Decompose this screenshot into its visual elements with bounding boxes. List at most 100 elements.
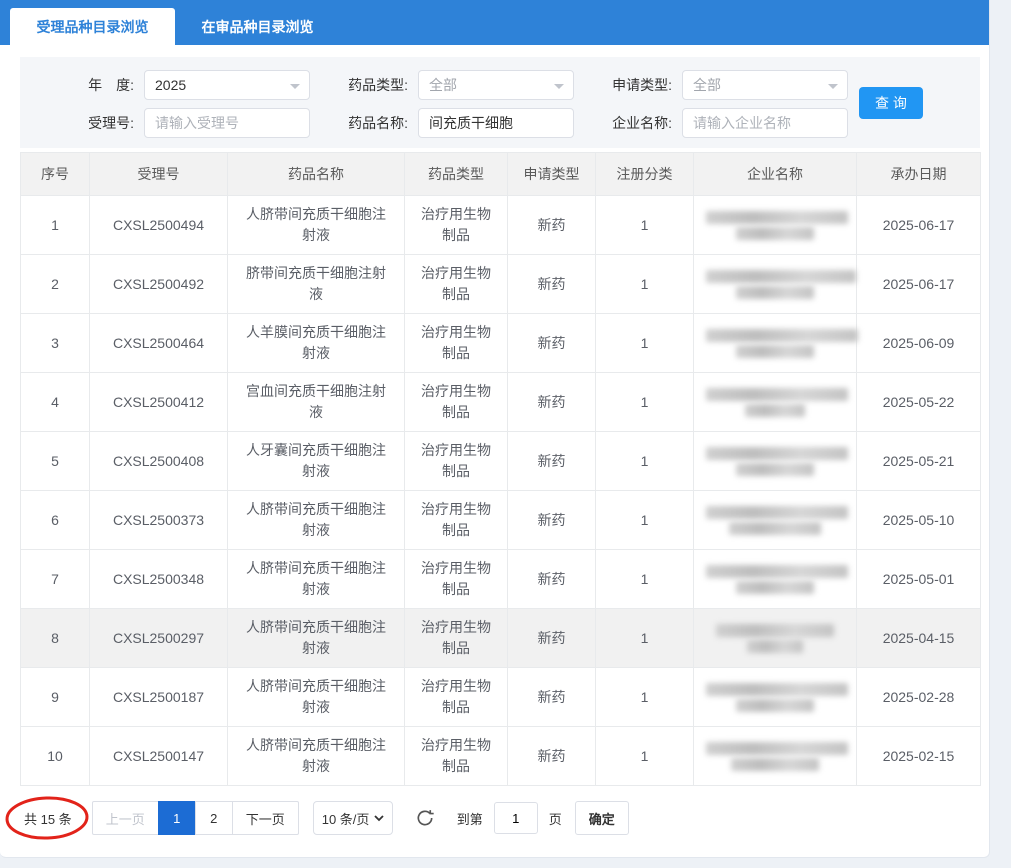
index-cell: 2 — [21, 255, 90, 314]
reg-class-cell: 1 — [596, 668, 694, 727]
column-header: 受理号 — [90, 153, 228, 196]
table-row[interactable]: 9CXSL2500187人脐带间充质干细胞注射液治疗用生物制品新药12025-0… — [21, 668, 981, 727]
drug-type-label: 药品类型: — [332, 75, 408, 95]
pagination-bar: 共 15 条 上一页 12 下一页 10 条/页 到第 页 确定 — [18, 801, 629, 835]
reg-class-cell: 1 — [596, 550, 694, 609]
next-page-button[interactable]: 下一页 — [232, 801, 299, 835]
column-header: 承办日期 — [857, 153, 981, 196]
chevron-down-icon — [374, 815, 384, 822]
date-cell: 2025-05-01 — [857, 550, 981, 609]
table-row[interactable]: 6CXSL2500373人脐带间充质干细胞注射液治疗用生物制品新药12025-0… — [21, 491, 981, 550]
date-cell: 2025-06-17 — [857, 196, 981, 255]
goto-page-input[interactable] — [494, 802, 538, 834]
table-row[interactable]: 10CXSL2500147人脐带间充质干细胞注射液治疗用生物制品新药12025-… — [21, 727, 981, 786]
reg-class-cell: 1 — [596, 255, 694, 314]
acceptance-no-cell: CXSL2500348 — [90, 550, 228, 609]
drug-type-cell: 治疗用生物制品 — [405, 196, 508, 255]
search-button[interactable]: 查 询 — [859, 87, 923, 119]
page-button-group: 上一页 12 下一页 — [92, 801, 299, 835]
apply-type-cell: 新药 — [508, 609, 596, 668]
index-cell: 1 — [21, 196, 90, 255]
date-cell: 2025-06-17 — [857, 255, 981, 314]
acceptance-no-label: 受理号: — [62, 113, 134, 133]
date-cell: 2025-02-28 — [857, 668, 981, 727]
acceptance-no-cell: CXSL2500494 — [90, 196, 228, 255]
confirm-button[interactable]: 确定 — [575, 801, 629, 835]
date-cell: 2025-05-21 — [857, 432, 981, 491]
date-cell: 2025-04-15 — [857, 609, 981, 668]
table-body: 1CXSL2500494人脐带间充质干细胞注射液治疗用生物制品新药12025-0… — [21, 196, 981, 786]
column-header: 药品类型 — [405, 153, 508, 196]
index-cell: 8 — [21, 609, 90, 668]
drug-name-label: 药品名称: — [332, 113, 408, 133]
date-cell: 2025-06-09 — [857, 314, 981, 373]
date-cell: 2025-05-10 — [857, 491, 981, 550]
company-cell-redacted — [694, 609, 857, 668]
drug-type-cell: 治疗用生物制品 — [405, 314, 508, 373]
company-cell-redacted — [694, 727, 857, 786]
drug-name-cell: 人牙囊间充质干细胞注射液 — [228, 432, 405, 491]
reg-class-cell: 1 — [596, 727, 694, 786]
table-row[interactable]: 8CXSL2500297人脐带间充质干细胞注射液治疗用生物制品新药12025-0… — [21, 609, 981, 668]
drug-type-cell: 治疗用生物制品 — [405, 255, 508, 314]
index-cell: 9 — [21, 668, 90, 727]
apply-type-select[interactable]: 全部 — [682, 70, 848, 100]
drug-type-cell: 治疗用生物制品 — [405, 609, 508, 668]
tab-accepted-catalog[interactable]: 受理品种目录浏览 — [10, 8, 175, 45]
index-cell: 10 — [21, 727, 90, 786]
goto-page-suffix: 页 — [549, 809, 562, 828]
page-size-select[interactable]: 10 条/页 — [313, 801, 393, 835]
acceptance-no-input[interactable] — [144, 108, 310, 138]
drug-type-cell: 治疗用生物制品 — [405, 491, 508, 550]
prev-page-button[interactable]: 上一页 — [92, 801, 159, 835]
acceptance-no-cell: CXSL2500492 — [90, 255, 228, 314]
apply-type-cell: 新药 — [508, 727, 596, 786]
table-row[interactable]: 5CXSL2500408人牙囊间充质干细胞注射液治疗用生物制品新药12025-0… — [21, 432, 981, 491]
drug-name-cell: 人脐带间充质干细胞注射液 — [228, 550, 405, 609]
column-header: 申请类型 — [508, 153, 596, 196]
apply-type-cell: 新药 — [508, 668, 596, 727]
drug-name-cell: 人脐带间充质干细胞注射液 — [228, 196, 405, 255]
company-name-input[interactable] — [682, 108, 848, 138]
drug-name-cell: 脐带间充质干细胞注射液 — [228, 255, 405, 314]
table-row[interactable]: 4CXSL2500412宫血间充质干细胞注射液治疗用生物制品新药12025-05… — [21, 373, 981, 432]
index-cell: 6 — [21, 491, 90, 550]
acceptance-no-cell: CXSL2500297 — [90, 609, 228, 668]
table-row[interactable]: 3CXSL2500464人羊膜间充质干细胞注射液治疗用生物制品新药12025-0… — [21, 314, 981, 373]
apply-type-cell: 新药 — [508, 550, 596, 609]
page-button-1[interactable]: 1 — [158, 801, 196, 835]
drug-name-cell: 人羊膜间充质干细胞注射液 — [228, 314, 405, 373]
drug-type-select[interactable]: 全部 — [418, 70, 574, 100]
table-row[interactable]: 2CXSL2500492脐带间充质干细胞注射液治疗用生物制品新药12025-06… — [21, 255, 981, 314]
apply-type-cell: 新药 — [508, 432, 596, 491]
refresh-icon[interactable] — [415, 808, 435, 828]
date-cell: 2025-02-15 — [857, 727, 981, 786]
reg-class-cell: 1 — [596, 491, 694, 550]
drug-type-cell: 治疗用生物制品 — [405, 550, 508, 609]
drug-type-cell: 治疗用生物制品 — [405, 373, 508, 432]
apply-type-label: 申请类型: — [596, 75, 672, 95]
drug-name-cell: 人脐带间充质干细胞注射液 — [228, 491, 405, 550]
drug-type-cell: 治疗用生物制品 — [405, 727, 508, 786]
total-count: 共 15 条 — [18, 809, 78, 828]
column-header: 序号 — [21, 153, 90, 196]
acceptance-no-cell: CXSL2500412 — [90, 373, 228, 432]
acceptance-no-cell: CXSL2500464 — [90, 314, 228, 373]
tab-under-review-catalog[interactable]: 在审品种目录浏览 — [175, 8, 340, 45]
table-row[interactable]: 1CXSL2500494人脐带间充质干细胞注射液治疗用生物制品新药12025-0… — [21, 196, 981, 255]
year-select[interactable]: 2025 — [144, 70, 310, 100]
company-cell-redacted — [694, 668, 857, 727]
table-header: 序号受理号药品名称药品类型申请类型注册分类企业名称承办日期 — [21, 153, 981, 196]
tab-bar: 受理品种目录浏览 在审品种目录浏览 — [0, 0, 989, 45]
reg-class-cell: 1 — [596, 314, 694, 373]
drug-name-input[interactable] — [418, 108, 574, 138]
goto-page-label: 到第 — [457, 809, 483, 828]
page-button-2[interactable]: 2 — [195, 801, 233, 835]
column-header: 注册分类 — [596, 153, 694, 196]
acceptance-no-cell: CXSL2500147 — [90, 727, 228, 786]
page-size-value: 10 条/页 — [322, 809, 370, 828]
acceptance-no-cell: CXSL2500187 — [90, 668, 228, 727]
table-row[interactable]: 7CXSL2500348人脐带间充质干细胞注射液治疗用生物制品新药12025-0… — [21, 550, 981, 609]
year-label: 年 度: — [62, 75, 134, 95]
index-cell: 5 — [21, 432, 90, 491]
